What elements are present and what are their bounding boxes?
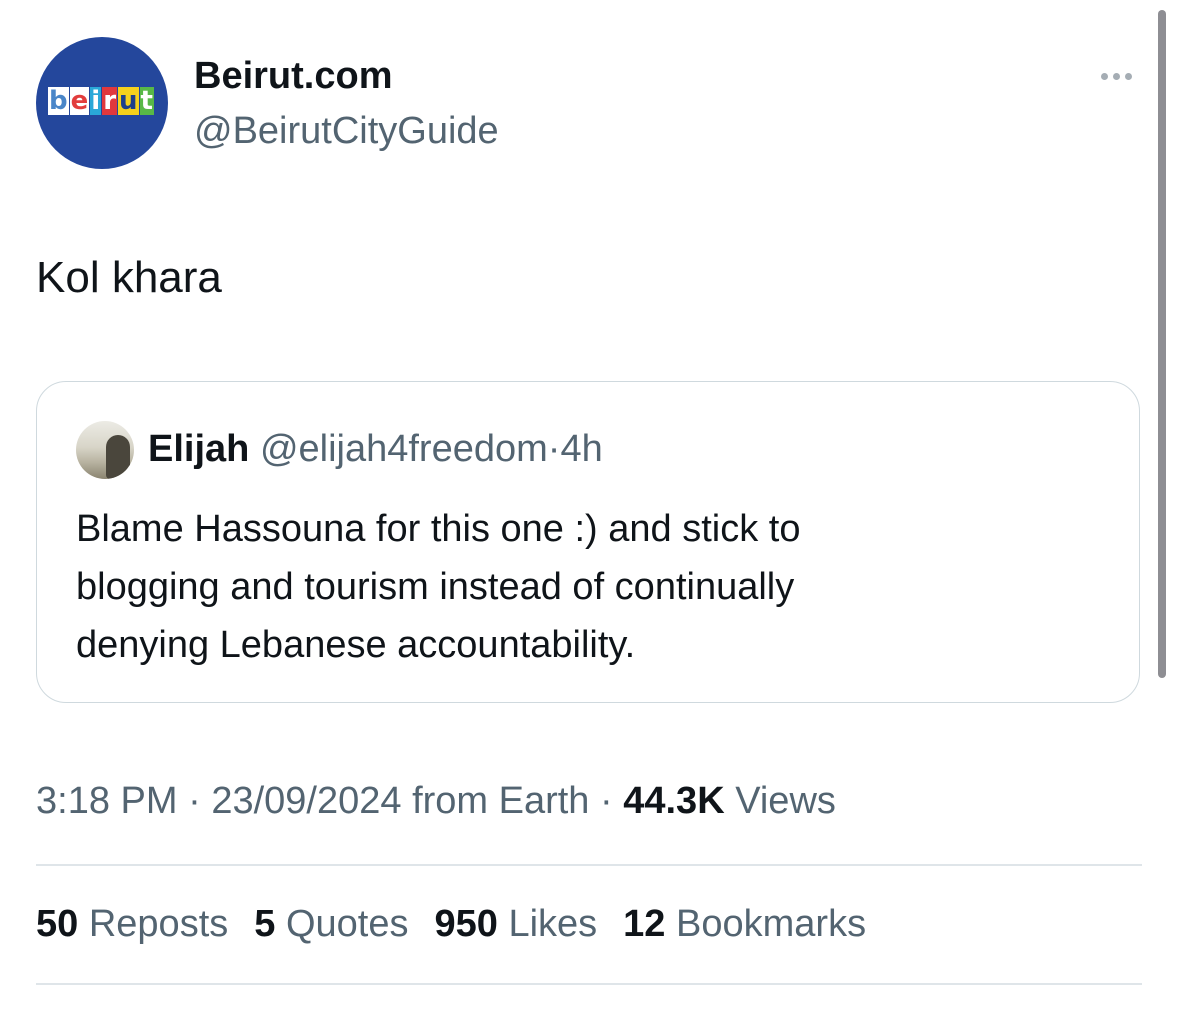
likes-stat[interactable]: 950 Likes (434, 901, 597, 947)
tweet-text: Kol khara (36, 253, 222, 302)
quoted-tweet-line: denying Lebanese accountability. (76, 624, 636, 666)
logo-letter-i: i (90, 86, 102, 116)
views-count: 44.3K (623, 780, 725, 822)
quotes-count: 5 (254, 903, 276, 945)
quoted-tweet-body: Blame Hassouna for this one :) and stick… (76, 500, 800, 674)
scrollbar[interactable] (1158, 10, 1166, 678)
more-options-button[interactable] (1088, 64, 1144, 88)
logo-letter-e: e (69, 86, 90, 116)
logo-letter-t: t (139, 86, 154, 116)
likes-label: Likes (508, 903, 598, 945)
bookmarks-label: Bookmarks (676, 903, 867, 945)
divider (36, 864, 1142, 866)
tweet-source: from Earth (412, 780, 590, 822)
logo-letter-r: r (102, 86, 118, 116)
quoted-tweet-header: Elijah @elijah4freedom·4h (148, 426, 603, 472)
bookmarks-stat[interactable]: 12 Bookmarks (623, 901, 866, 947)
ellipsis-icon-dot (1124, 72, 1132, 80)
beirut-logo: beirut (38, 87, 164, 115)
quoted-tweet-card[interactable]: Elijah @elijah4freedom·4h Blame Hassouna… (36, 381, 1140, 703)
quoted-tweet-age[interactable]: 4h (560, 428, 602, 470)
ellipsis-icon (1100, 72, 1108, 80)
quoted-tweet-line: blogging and tourism instead of continua… (76, 566, 795, 608)
bookmarks-count: 12 (623, 903, 666, 945)
meta-separator: · (188, 780, 201, 822)
quoted-author-handle[interactable]: @elijah4freedom (260, 428, 548, 470)
tweet-time[interactable]: 3:18 PM (36, 780, 178, 822)
engagement-stats: 50 Reposts 5 Quotes 950 Likes 12 Bookmar… (36, 901, 866, 947)
ellipsis-icon-dot (1112, 72, 1120, 80)
tweet-date[interactable]: 23/09/2024 (211, 780, 401, 822)
quotes-stat[interactable]: 5 Quotes (254, 901, 408, 947)
likes-count: 950 (434, 903, 498, 945)
views-label: Views (735, 780, 836, 822)
reposts-count: 50 (36, 903, 79, 945)
reposts-label: Reposts (88, 903, 229, 945)
tweet-detail-page: beirut Beirut.com @BeirutCityGuide Kol k… (0, 0, 1179, 1010)
quoted-meta-separator: · (547, 428, 561, 470)
quotes-label: Quotes (285, 903, 409, 945)
reposts-stat[interactable]: 50 Reposts (36, 901, 228, 947)
logo-letter-b: b (48, 86, 69, 116)
quoted-author-name[interactable]: Elijah (148, 428, 249, 470)
avatar-photo-figure (106, 435, 130, 479)
quoted-author-avatar[interactable] (76, 421, 134, 479)
meta-separator: · (600, 780, 613, 822)
author-display-name[interactable]: Beirut.com (194, 53, 392, 99)
author-handle[interactable]: @BeirutCityGuide (194, 108, 499, 154)
divider (36, 983, 1142, 985)
tweet-metadata: 3:18 PM · 23/09/2024 from Earth · 44.3K … (36, 778, 836, 824)
logo-letter-u: u (118, 86, 139, 116)
author-avatar[interactable]: beirut (36, 37, 168, 169)
quoted-tweet-line: Blame Hassouna for this one :) and stick… (76, 508, 801, 550)
